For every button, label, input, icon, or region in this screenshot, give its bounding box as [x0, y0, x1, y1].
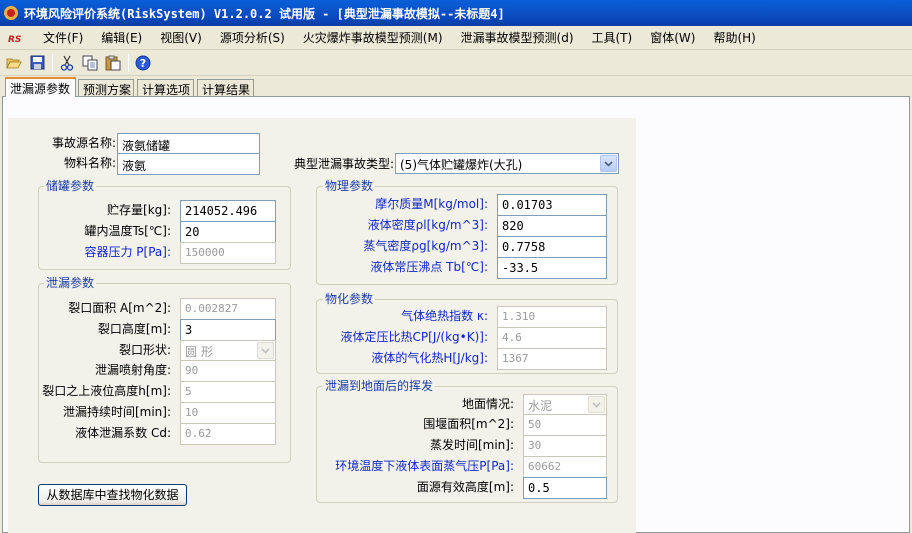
vapor-pressure-input[interactable]: 60662 [523, 456, 607, 478]
accident-type-label: 典型泄漏事故类型: [293, 157, 394, 171]
menu-source-analysis[interactable]: 源项分析(S) [211, 29, 294, 46]
chevron-down-icon[interactable] [257, 342, 274, 359]
crack-area-label: 裂口面积 A[m^2]: [68, 301, 171, 315]
help-icon[interactable]: ? [133, 53, 153, 73]
crack-area-input[interactable]: 0.002827 [180, 298, 276, 320]
specific-heat-label: 液体定压比热CP[J/(kg•K)]: [340, 330, 488, 344]
leak-params-title: 泄漏参数 [44, 276, 97, 290]
cd-input[interactable]: 0.62 [180, 423, 276, 445]
vapor-density-input[interactable]: 0.7758 [497, 236, 607, 258]
duration-input[interactable]: 10 [180, 402, 276, 424]
toolbar-separator [52, 53, 53, 72]
adiabatic-index-input[interactable]: 1.310 [497, 306, 607, 328]
cut-icon[interactable] [57, 53, 77, 73]
crack-shape-label: 裂口形状: [118, 343, 171, 357]
storage-input[interactable]: 214052.496 [180, 200, 276, 222]
menu-help[interactable]: 帮助(H) [704, 29, 764, 46]
toolbar: ? [0, 50, 912, 76]
jet-angle-label: 泄漏喷射角度: [94, 363, 171, 377]
specific-heat-input[interactable]: 4.6 [497, 327, 607, 349]
dike-area-input[interactable]: 50 [523, 414, 607, 436]
vapor-density-label: 蒸气密度ρg[kg/m^3]: [363, 239, 488, 253]
evaporation-title: 泄漏到地面后的挥发 [323, 379, 436, 393]
save-icon[interactable] [27, 53, 47, 73]
open-icon[interactable] [4, 53, 24, 73]
ground-value: 水泥 [528, 399, 553, 413]
chemical-params-title: 物化参数 [323, 292, 376, 306]
svg-text:?: ? [140, 57, 146, 70]
menu-tools[interactable]: 工具(T) [583, 29, 642, 46]
paste-icon[interactable] [103, 53, 123, 73]
pressure-input[interactable]: 150000 [180, 242, 276, 264]
evap-time-input[interactable]: 30 [523, 435, 607, 457]
cd-label: 液体泄漏系数 Cd: [75, 426, 171, 440]
boiling-point-label: 液体常压沸点 Tb[℃]: [370, 260, 488, 274]
material-label: 物料名称: [63, 156, 116, 170]
pressure-label: 容器压力 P[Pa]: [84, 245, 171, 259]
crack-shape-select[interactable]: 圆 形 [180, 340, 276, 361]
source-height-input[interactable]: 0.5 [523, 477, 607, 499]
menu-edit[interactable]: 编辑(E) [92, 29, 151, 46]
ground-label: 地面情况: [461, 397, 514, 411]
vaporization-heat-label: 液体的气化热H[J/kg]: [371, 351, 488, 365]
copy-icon[interactable] [80, 53, 100, 73]
rs-logo-icon: RS [8, 35, 21, 43]
accident-type-select[interactable]: (5)气体贮罐爆炸(大孔) [395, 153, 619, 174]
liquid-density-label: 液体密度ρl[kg/m^3]: [367, 218, 488, 232]
menu-file[interactable]: 文件(F) [34, 29, 92, 46]
dike-area-label: 围堰面积[m^2]: [423, 417, 514, 431]
storage-label: 贮存量[kg]: [107, 203, 171, 217]
material-input[interactable]: 液氨 [117, 153, 260, 175]
source-name-label: 事故源名称: [51, 136, 116, 150]
duration-label: 泄漏持续时间[min]: [62, 405, 171, 419]
liquid-height-label: 裂口之上液位高度h[m]: [42, 384, 171, 398]
title-bar: 环境风险评价系统(RiskSystem) V1.2.0.2 试用版 - [典型泄… [0, 0, 912, 26]
accident-type-value: (5)气体贮罐爆炸(大孔) [400, 158, 523, 172]
tab-prediction-plan[interactable]: 预测方案 [78, 79, 134, 97]
molar-mass-label: 摩尔质量M[kg/mol]: [375, 197, 488, 211]
physical-params-title: 物理参数 [323, 179, 376, 193]
tab-calc-options[interactable]: 计算选项 [137, 79, 194, 97]
crack-height-input[interactable]: 3 [180, 319, 276, 341]
tank-params-title: 储罐参数 [44, 179, 97, 193]
tank-temp-label: 罐内温度Ts[℃]: [84, 224, 171, 238]
liquid-density-input[interactable]: 820 [497, 215, 607, 237]
vapor-pressure-label: 环境温度下液体表面蒸气压P[Pa]: [335, 459, 514, 473]
menu-view[interactable]: 视图(V) [151, 29, 211, 46]
tank-temp-input[interactable]: 20 [180, 221, 276, 243]
vaporization-heat-input[interactable]: 1367 [497, 348, 607, 370]
boiling-point-input[interactable]: -33.5 [497, 257, 607, 279]
menu-fire-explosion[interactable]: 火灾爆炸事故模型预测(M) [294, 29, 452, 46]
lookup-database-button[interactable]: 从数据库中查找物化数据 [38, 484, 187, 506]
menu-window[interactable]: 窗体(W) [641, 29, 704, 46]
chevron-down-icon[interactable] [588, 396, 605, 413]
chevron-down-icon[interactable] [600, 155, 617, 172]
liquid-height-input[interactable]: 5 [180, 381, 276, 403]
source-name-input[interactable]: 液氨储罐 [117, 133, 260, 155]
source-height-label: 面源有效高度[m]: [416, 480, 514, 494]
tab-leak-source-params[interactable]: 泄漏源参数 [5, 77, 76, 97]
crack-height-label: 裂口高度[m]: [97, 322, 171, 336]
ground-select[interactable]: 水泥 [523, 394, 607, 415]
tab-calc-results[interactable]: 计算结果 [197, 79, 254, 97]
molar-mass-input[interactable]: 0.01703 [497, 194, 607, 216]
toolbar-separator [128, 53, 129, 72]
crack-shape-value: 圆 形 [185, 345, 213, 359]
menu-leak-prediction[interactable]: 泄漏事故模型预测(d) [452, 29, 583, 46]
evap-time-label: 蒸发时间[min]: [429, 438, 514, 452]
window-title: 环境风险评价系统(RiskSystem) V1.2.0.2 试用版 - [典型泄… [24, 6, 505, 21]
svg-text:RS: RS [8, 35, 21, 43]
adiabatic-index-label: 气体绝热指数 κ: [401, 309, 488, 323]
menu-bar: RS 文件(F) 编辑(E) 视图(V) 源项分析(S) 火灾爆炸事故模型预测(… [0, 26, 912, 50]
app-icon [4, 6, 18, 20]
jet-angle-input[interactable]: 90 [180, 360, 276, 382]
